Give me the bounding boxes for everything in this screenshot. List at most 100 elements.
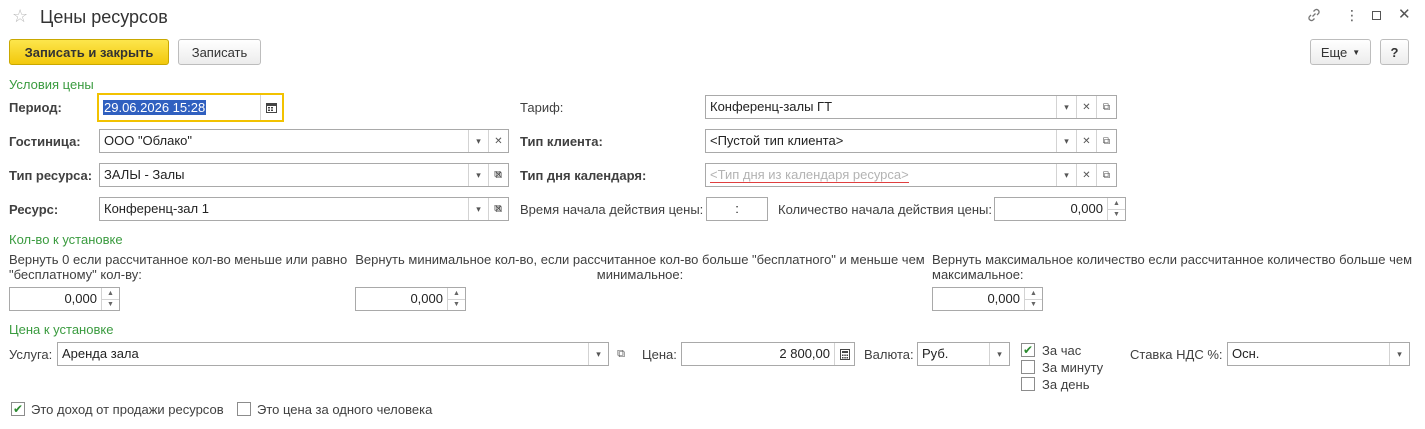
min-qty-label: Вернуть минимальное кол-во, если рассчит…	[355, 252, 925, 282]
max-qty-value: 0,000	[987, 291, 1020, 306]
service-field[interactable]: Аренда зала ▾	[57, 342, 609, 366]
quantity-header: Кол-во к установке	[9, 232, 123, 247]
stepper-down-icon[interactable]: ▼	[102, 298, 119, 311]
zero-qty-field[interactable]: 0,000 ▲ ▼	[9, 287, 120, 311]
open-icon[interactable]: ⧉	[1096, 130, 1116, 152]
period-field[interactable]: 29.06.2026 15:28	[97, 93, 284, 122]
min-qty-field[interactable]: 0,000 ▲ ▼	[355, 287, 466, 311]
hotel-field[interactable]: ООО "Облако" ▾ ✕	[99, 129, 509, 153]
more-button[interactable]: Еще ▼	[1310, 39, 1371, 65]
start-qty-value: 0,000	[1070, 201, 1103, 216]
day-type-label: Тип дня календаря:	[520, 168, 647, 183]
stepper[interactable]: ▲ ▼	[1107, 198, 1125, 220]
per-day-checkbox[interactable]	[1021, 377, 1035, 391]
maximize-icon[interactable]	[1372, 11, 1381, 20]
clear-icon[interactable]: ✕	[1076, 130, 1096, 152]
resource-type-value: ЗАЛЫ - Залы	[104, 167, 185, 182]
stepper[interactable]: ▲ ▼	[101, 288, 119, 310]
more-vertical-icon[interactable]: ⋮	[1345, 7, 1359, 24]
clear-icon[interactable]: ✕	[1076, 164, 1096, 186]
chevron-down-icon: ▼	[1352, 47, 1361, 57]
checkmark-icon: ✔	[12, 402, 24, 416]
favorite-star-icon[interactable]: ☆	[12, 6, 28, 27]
checkmark-icon: ✔	[1022, 343, 1034, 357]
revenue-checkbox[interactable]: ✔	[11, 402, 25, 416]
currency-field[interactable]: Руб. ▾	[917, 342, 1010, 366]
stepper-up-icon[interactable]: ▲	[1025, 288, 1042, 299]
vat-value: Осн.	[1232, 346, 1260, 361]
open-icon[interactable]: ⧉	[1096, 96, 1116, 118]
start-qty-field[interactable]: 0,000 ▲ ▼	[994, 197, 1126, 221]
dropdown-arrow-icon[interactable]: ▾	[468, 198, 488, 220]
currency-value: Руб.	[922, 346, 949, 361]
max-qty-label: Вернуть максимальное количество если рас…	[932, 252, 1413, 282]
save-close-button[interactable]: Записать и закрыть	[9, 39, 169, 65]
dropdown-arrow-icon[interactable]: ▾	[1389, 343, 1409, 365]
revenue-label: Это доход от продажи ресурсов	[31, 402, 224, 417]
save-button[interactable]: Записать	[178, 39, 261, 65]
stepper[interactable]: ▲ ▼	[447, 288, 465, 310]
per-person-label: Это цена за одного человека	[257, 402, 433, 417]
dropdown-arrow-icon[interactable]: ▾	[468, 164, 488, 186]
tariff-field[interactable]: Конференц-залы ГТ ▾ ✕ ⧉	[705, 95, 1117, 119]
clear-icon[interactable]: ✕	[488, 130, 508, 152]
day-type-field[interactable]: <Тип дня из календаря ресурса> ▾ ✕ ⧉	[705, 163, 1117, 187]
period-label: Период:	[9, 100, 62, 115]
price-header: Цена к установке	[9, 322, 114, 337]
resource-label: Ресурс:	[9, 202, 59, 217]
stepper-down-icon[interactable]: ▼	[1025, 298, 1042, 311]
open-icon[interactable]: ⧉	[611, 342, 631, 366]
dropdown-arrow-icon[interactable]: ▾	[1056, 130, 1076, 152]
per-person-checkbox[interactable]	[237, 402, 251, 416]
stepper-up-icon[interactable]: ▲	[1108, 198, 1125, 209]
hotel-value: ООО "Облако"	[104, 133, 193, 148]
clear-icon[interactable]: ✕	[1076, 96, 1096, 118]
per-hour-checkbox[interactable]: ✔	[1021, 343, 1035, 357]
more-button-label: Еще	[1320, 44, 1348, 60]
per-hour-label: За час	[1042, 343, 1082, 358]
vat-label: Ставка НДС %:	[1130, 347, 1223, 362]
link-icon[interactable]	[1306, 7, 1322, 26]
period-value: 29.06.2026 15:28	[103, 100, 207, 115]
dropdown-arrow-icon[interactable]: ▾	[468, 130, 488, 152]
client-type-field[interactable]: <Пустой тип клиента> ▾ ✕ ⧉	[705, 129, 1117, 153]
stepper-down-icon[interactable]: ▼	[1108, 208, 1125, 221]
help-button[interactable]: ?	[1380, 39, 1409, 65]
start-time-label: Время начала действия цены:	[520, 202, 704, 217]
stepper-up-icon[interactable]: ▲	[448, 288, 465, 299]
hotel-label: Гостиница:	[9, 134, 81, 149]
stepper-up-icon[interactable]: ▲	[102, 288, 119, 299]
resource-type-label: Тип ресурса:	[9, 168, 93, 183]
vat-field[interactable]: Осн. ▾	[1227, 342, 1410, 366]
zero-qty-value: 0,000	[64, 291, 97, 306]
max-qty-field[interactable]: 0,000 ▲ ▼	[932, 287, 1043, 311]
start-qty-label: Количество начала действия цены:	[778, 202, 992, 217]
dropdown-arrow-icon[interactable]: ▾	[1056, 164, 1076, 186]
dropdown-arrow-icon[interactable]: ▾	[588, 343, 608, 365]
open-icon[interactable]: ⧉	[488, 197, 508, 221]
open-icon[interactable]: ⧉	[1096, 164, 1116, 186]
resource-field[interactable]: Конференц-зал 1 ▾ ✕	[99, 197, 509, 221]
price-label: Цена:	[642, 347, 677, 362]
calendar-icon[interactable]	[260, 95, 282, 120]
price-value: 2 800,00	[779, 346, 830, 361]
tariff-value: Конференц-залы ГТ	[710, 99, 833, 114]
service-value: Аренда зала	[62, 346, 139, 361]
day-type-placeholder: <Тип дня из календаря ресурса>	[710, 167, 909, 183]
stepper[interactable]: ▲ ▼	[1024, 288, 1042, 310]
per-day-label: За день	[1042, 377, 1090, 392]
resource-type-field[interactable]: ЗАЛЫ - Залы ▾ ✕	[99, 163, 509, 187]
tariff-label: Тариф:	[520, 100, 564, 115]
dropdown-arrow-icon[interactable]: ▾	[1056, 96, 1076, 118]
close-icon[interactable]: ✕	[1398, 5, 1411, 23]
per-minute-checkbox[interactable]	[1021, 360, 1035, 374]
price-field[interactable]: 2 800,00	[681, 342, 855, 366]
calculator-icon[interactable]	[834, 343, 854, 365]
dropdown-arrow-icon[interactable]: ▾	[989, 343, 1009, 365]
start-time-value: :	[735, 201, 739, 216]
client-type-label: Тип клиента:	[520, 134, 603, 149]
stepper-down-icon[interactable]: ▼	[448, 298, 465, 311]
resource-value: Конференц-зал 1	[104, 201, 209, 216]
open-icon[interactable]: ⧉	[488, 163, 508, 187]
start-time-field[interactable]: :	[706, 197, 768, 221]
